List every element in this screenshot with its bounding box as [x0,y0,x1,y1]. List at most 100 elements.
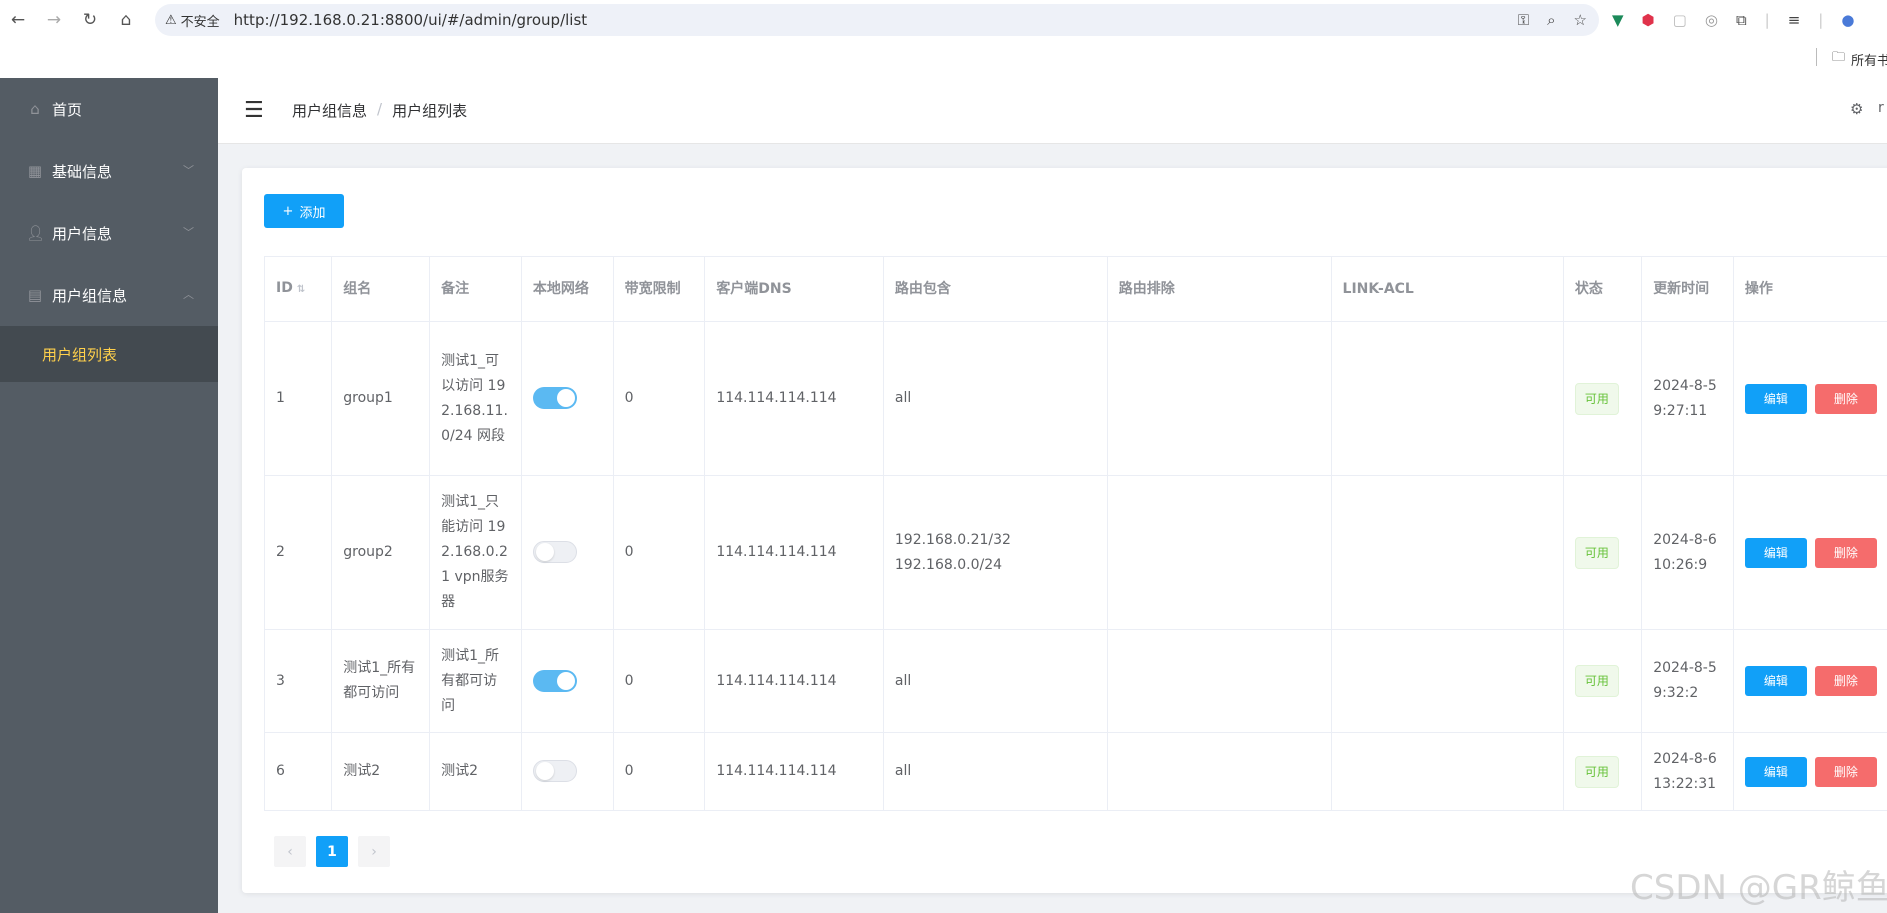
sidebar-item-basic-info[interactable]: ▦ 基础信息 ﹀ [0,140,218,202]
page-number-button[interactable]: 1 [316,836,348,867]
edit-button[interactable]: 编辑 [1744,537,1807,568]
breadcrumb: 用户组信息 / 用户组列表 [292,100,467,121]
sort-icon[interactable]: ⇅ [297,284,305,295]
cell-dns: 114.114.114.114 [704,732,884,811]
cell-status: 可用 [1562,475,1643,630]
cell-bandwidth: 0 [612,732,706,811]
cell-link-acl [1330,629,1564,733]
cell-name: 测试2 [331,732,431,811]
sidebar-item-label: 用户组信息 [52,286,128,305]
cell-note: 测试2 [429,732,522,811]
cell-actions: 编辑 删除 [1732,321,1887,476]
table-row: 3 测试1_所有都可访问 测试1_所有都可访问 0 114.114.114.11… [263,629,1887,733]
table-header-row: ID ⇅ 组名 备注 本地网络 带宽限制 客户端DNS 路由包含 路由排除 LIN… [263,256,1887,322]
next-page-button[interactable]: › [358,836,390,867]
divider: | [1818,11,1824,29]
vue-extension-icon[interactable]: ▼ [1612,11,1624,29]
zoom-icon[interactable]: ⌕ [1547,11,1555,29]
delete-button[interactable]: 删除 [1814,666,1877,696]
profile-icon[interactable]: ● [1841,11,1854,29]
route-entry: all [894,763,912,779]
sidebar: ⌂ 首页 ▦ 基础信息 ﹀ 👤︎ 用户信息 ﹀ ▤ 用户组信息 ︿ 用户组列表 [0,78,218,913]
media-icon[interactable]: ≡ [1788,11,1801,29]
warning-icon: ⚠ [165,12,177,28]
route-entry: all [894,390,912,406]
breadcrumb-item: 用户组列表 [392,102,468,120]
extension-icon[interactable]: ◎ [1705,11,1718,29]
edit-button[interactable]: 编辑 [1744,383,1807,414]
sidebar-item-user-info[interactable]: 👤︎ 用户信息 ﹀ [0,202,218,264]
column-header: 组名 [331,256,431,322]
cell-status: 可用 [1562,629,1643,733]
column-header: 路由排除 [1106,256,1332,322]
collapse-menu-icon[interactable]: ☰ [244,98,264,123]
column-header: 操作 [1732,256,1887,322]
sidebar-subitem-group-list[interactable]: 用户组列表 [0,326,218,382]
bookmarks-label: 所有书 [1851,53,1887,69]
home-icon[interactable]: ⌂ [108,0,144,40]
cell-id: 3 [263,629,333,733]
forward-icon[interactable]: → [36,0,72,40]
cell-status: 可用 [1562,321,1643,476]
chevron-down-icon: ﹀ [183,164,194,177]
table-row: 2 group2 测试1_只能访问 192.168.0.21 vpn服务器 0 … [263,475,1887,630]
user-menu[interactable]: r [1878,100,1884,116]
cell-local-net [520,629,614,733]
column-header: 本地网络 [520,256,614,322]
local-net-toggle[interactable] [532,669,577,692]
delete-button[interactable]: 删除 [1814,383,1877,414]
cell-bandwidth: 0 [612,321,706,476]
puzzle-icon[interactable]: ⧉ [1736,11,1747,29]
sidebar-item-label: 基础信息 [52,162,113,181]
cell-link-acl [1330,321,1564,476]
cell-route-include: all [882,321,1108,476]
security-indicator[interactable]: ⚠ 不安全 [165,11,220,30]
cell-bandwidth: 0 [612,475,706,630]
cell-id: 1 [263,321,333,476]
local-net-toggle[interactable] [532,541,577,563]
cell-route-exclude [1106,732,1332,811]
cell-link-acl [1330,732,1564,811]
breadcrumb-item[interactable]: 用户组信息 [292,100,367,121]
browser-toolbar: ← → ↻ ⌂ ⚠ 不安全 http://192.168.0.21:8800/u… [0,0,1887,40]
edit-button[interactable]: 编辑 [1744,756,1807,787]
column-header: 带宽限制 [612,256,706,322]
url-text[interactable]: http://192.168.0.21:8800/ui/#/admin/grou… [234,11,587,29]
cell-bandwidth: 0 [612,629,706,733]
shield-extension-icon[interactable]: ⬢ [1642,11,1655,29]
cell-updated: 2024-8-5 9:32:2 [1641,629,1734,733]
status-badge: 可用 [1574,755,1619,788]
user-icon: 👤︎ [26,224,46,242]
chevron-down-icon: ﹀ [183,226,194,239]
cell-local-net [520,732,614,811]
gear-icon[interactable]: ⚙ [1850,100,1863,118]
local-net-toggle[interactable] [532,760,577,782]
route-entry: all [894,672,912,689]
local-net-toggle[interactable] [532,387,577,409]
cell-status: 可用 [1562,732,1643,811]
cell-actions: 编辑 删除 [1732,732,1887,811]
delete-button[interactable]: 删除 [1814,756,1877,787]
column-header-id[interactable]: ID ⇅ [263,256,333,322]
extension-icon[interactable]: ▢ [1673,11,1687,29]
table-row: 1 group1 测试1_可以访问 192.168.11.0/24 网段 0 1… [263,321,1887,476]
back-icon[interactable]: ← [0,0,36,40]
address-bar[interactable]: ⚠ 不安全 http://192.168.0.21:8800/ui/#/admi… [155,4,1599,36]
all-bookmarks-button[interactable]: 🗀 所有书 [1832,48,1887,70]
add-button[interactable]: + 添加 [264,194,344,228]
cell-route-exclude [1106,629,1332,733]
cell-note: 测试1_所有都可访问 [429,629,522,733]
sidebar-item-group-info[interactable]: ▤ 用户组信息 ︿ [0,264,218,326]
prev-page-button[interactable]: ‹ [274,836,306,867]
key-icon[interactable]: ⚿ [1518,11,1529,29]
reload-icon[interactable]: ↻ [72,0,108,40]
cell-updated: 2024-8-6 10:26:9 [1641,475,1734,630]
star-icon[interactable]: ☆ [1574,11,1587,29]
status-badge: 可用 [1574,382,1619,415]
sidebar-item-home[interactable]: ⌂ 首页 [0,78,218,140]
folder-icon: 🗀 [1832,50,1846,65]
delete-button[interactable]: 删除 [1814,537,1877,568]
group-table: ID ⇅ 组名 备注 本地网络 带宽限制 客户端DNS 路由包含 路由排除 LIN… [263,256,1887,811]
edit-button[interactable]: 编辑 [1744,666,1807,696]
add-button-label: 添加 [299,205,326,221]
